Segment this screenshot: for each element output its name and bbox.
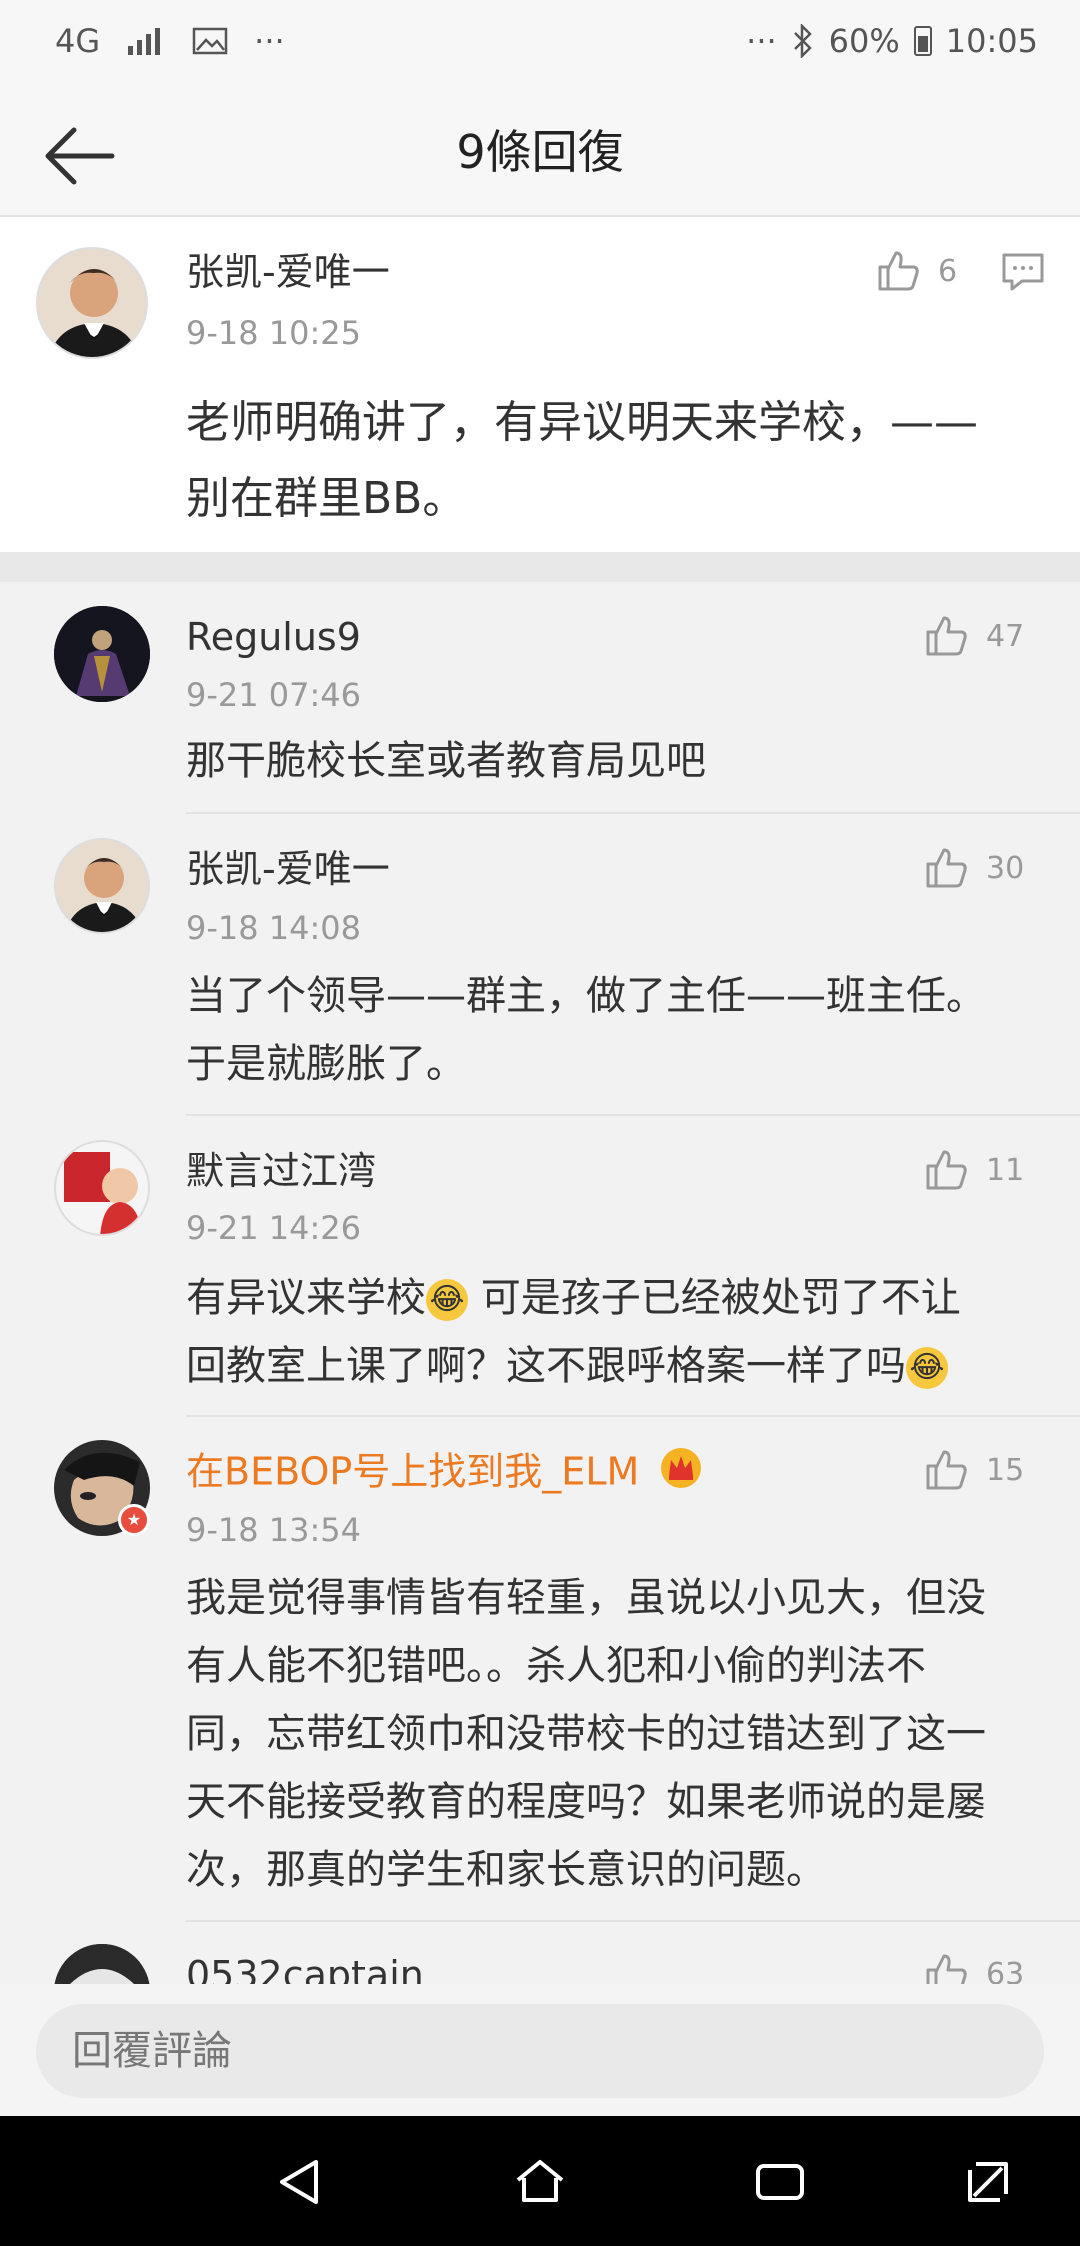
signal-icon: [128, 28, 161, 55]
bluetooth-icon: [793, 24, 812, 58]
like-button[interactable]: 6: [874, 247, 957, 295]
thumbs-up-icon: [878, 251, 919, 291]
reply-input[interactable]: 回覆評論: [36, 2004, 1044, 2098]
divider: [186, 812, 1080, 814]
timestamp: 9-21 07:46: [186, 676, 362, 714]
reply-bar: 回覆評論: [0, 1984, 1080, 2116]
root-comment: 张凯-爱唯一 9-18 10:25 6 老师明确讲了，有异议明天来学校，—— 别…: [0, 217, 1080, 552]
vip-badge-icon: ★: [118, 1504, 150, 1536]
laugh-cry-emoji-icon: 😂: [426, 1279, 468, 1321]
comment-text: 老师明确讲了，有异议明天来学校，—— 别在群里BB。: [186, 397, 978, 524]
home-icon[interactable]: [512, 2154, 568, 2210]
username[interactable]: 默言过江湾: [186, 1146, 376, 1196]
username[interactable]: Regulus9: [186, 612, 361, 662]
like-button[interactable]: 47: [922, 612, 1024, 660]
like-count: 11: [986, 1152, 1025, 1188]
username[interactable]: 张凯-爱唯一: [186, 844, 390, 894]
thumbs-up-icon: [926, 616, 967, 656]
image-icon: [192, 27, 228, 55]
comment-icon[interactable]: [1000, 249, 1046, 295]
comment-text: 那干脆校长室或者教育局见吧: [186, 738, 706, 784]
like-button[interactable]: 30: [922, 844, 1024, 892]
laugh-cry-emoji-icon: 😂: [906, 1347, 948, 1389]
status-time: 10:05: [945, 22, 1038, 60]
section-divider: [0, 552, 1080, 582]
thumbs-up-icon: [926, 848, 967, 888]
comment-text: 当了个领导——群主，做了主任——班主任。 于是就膨胀了。: [186, 973, 986, 1087]
divider: [186, 1920, 1080, 1922]
like-button[interactable]: 11: [922, 1146, 1024, 1194]
like-count: 15: [986, 1452, 1025, 1488]
avatar[interactable]: [54, 1140, 150, 1236]
like-count: 47: [986, 618, 1025, 654]
page-title: 9條回復: [456, 125, 624, 179]
more-left-icon: ···: [254, 22, 285, 60]
status-bar: 4G ··· ··· 60% 10:05: [0, 0, 1080, 95]
crown-badge-icon: [659, 1446, 703, 1502]
like-button[interactable]: 15: [922, 1446, 1024, 1494]
comment-text: 我是觉得事情皆有轻重，虽说以小见大，但没 有人能不犯错吧。。杀人犯和小偷的判法不…: [186, 1575, 986, 1893]
thumbs-up-icon: [926, 1450, 967, 1490]
back-icon[interactable]: [272, 2154, 328, 2210]
divider: [186, 1114, 1080, 1116]
system-nav-bar: [0, 2116, 1080, 2246]
network-label: 4G: [55, 22, 101, 60]
like-count: 6: [938, 253, 958, 289]
username[interactable]: 在BEBOP号上找到我_ELM: [186, 1446, 703, 1502]
avatar[interactable]: [36, 247, 148, 359]
avatar[interactable]: [54, 606, 150, 702]
avatar[interactable]: [54, 838, 150, 934]
expand-icon[interactable]: [960, 2154, 1016, 2210]
timestamp: 9-21 14:26: [186, 1209, 362, 1247]
username[interactable]: 张凯-爱唯一: [186, 247, 390, 297]
divider: [186, 1415, 1080, 1417]
battery-icon: [913, 26, 932, 56]
recents-icon[interactable]: [752, 2154, 808, 2210]
timestamp: 9-18 10:25: [186, 314, 362, 352]
more-right-icon: ···: [746, 22, 777, 60]
avatar[interactable]: ★: [54, 1440, 150, 1536]
comment-text: 有异议来学校 😂 可是孩子已经被处罚了不让 回教室上课了啊？这不跟呼格案一样了吗 😂: [186, 1275, 961, 1389]
thumbs-up-icon: [926, 1150, 967, 1190]
header-bar: 9條回復: [0, 95, 1080, 217]
timestamp: 9-18 13:54: [186, 1511, 362, 1549]
like-count: 30: [986, 850, 1025, 886]
timestamp: 9-18 14:08: [186, 909, 362, 947]
battery-percent: 60%: [828, 22, 900, 60]
